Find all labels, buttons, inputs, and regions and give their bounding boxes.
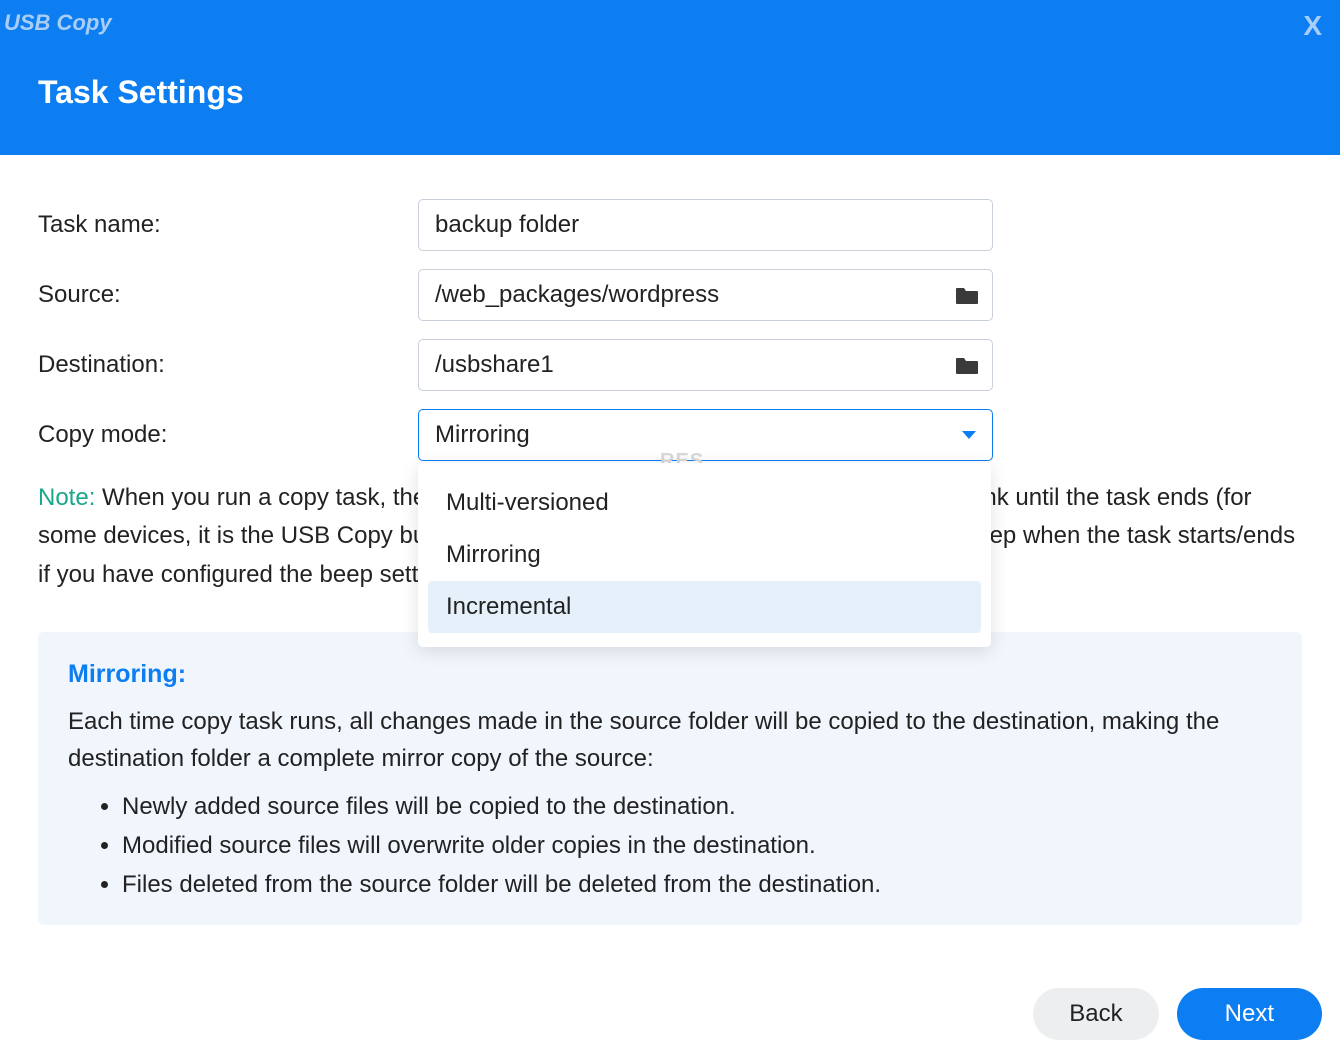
info-panel: Mirroring: Each time copy task runs, all… <box>38 632 1302 925</box>
info-panel-body: Each time copy task runs, all changes ma… <box>68 703 1272 777</box>
source-input[interactable] <box>418 269 993 321</box>
close-icon[interactable]: X <box>1303 10 1322 42</box>
dropdown-item-incremental[interactable]: Incremental <box>428 581 981 633</box>
source-row: Source: <box>38 269 1302 321</box>
dropdown-item-mirroring[interactable]: Mirroring <box>428 529 981 581</box>
footer-bar: Back Next <box>0 970 1340 1058</box>
source-label: Source: <box>38 281 418 309</box>
folder-icon[interactable] <box>955 285 979 305</box>
info-panel-title: Mirroring: <box>68 660 1272 689</box>
info-bullet: Files deleted from the source folder wil… <box>122 866 1272 903</box>
next-button[interactable]: Next <box>1177 988 1322 1040</box>
window-header: USB Copy Task Settings X <box>0 0 1340 155</box>
destination-row: Destination: <box>38 339 1302 391</box>
task-name-row: Task name: <box>38 199 1302 251</box>
info-bullet: Modified source files will overwrite old… <box>122 827 1272 864</box>
copy-mode-value: Mirroring <box>435 421 530 449</box>
folder-icon[interactable] <box>955 355 979 375</box>
page-title: Task Settings <box>0 36 1340 111</box>
chevron-down-icon <box>962 431 976 439</box>
info-bullet: Newly added source files will be copied … <box>122 788 1272 825</box>
back-button[interactable]: Back <box>1033 988 1158 1040</box>
info-panel-list: Newly added source files will be copied … <box>68 788 1272 904</box>
app-title: USB Copy <box>0 0 1340 36</box>
task-name-label: Task name: <box>38 211 418 239</box>
task-name-input[interactable] <box>418 199 993 251</box>
copy-mode-row: Copy mode: Mirroring Multi-versioned Mir… <box>38 409 1302 461</box>
note-label: Note: <box>38 484 95 511</box>
copy-mode-label: Copy mode: <box>38 421 418 449</box>
dropdown-item-multi-versioned[interactable]: Multi-versioned <box>428 477 981 529</box>
copy-mode-select[interactable]: Mirroring <box>418 409 993 461</box>
destination-input[interactable] <box>418 339 993 391</box>
form-body: Task name: Source: Destination: Copy mod… <box>0 155 1340 925</box>
destination-label: Destination: <box>38 351 418 379</box>
copy-mode-dropdown: Multi-versioned Mirroring Incremental <box>418 463 991 647</box>
